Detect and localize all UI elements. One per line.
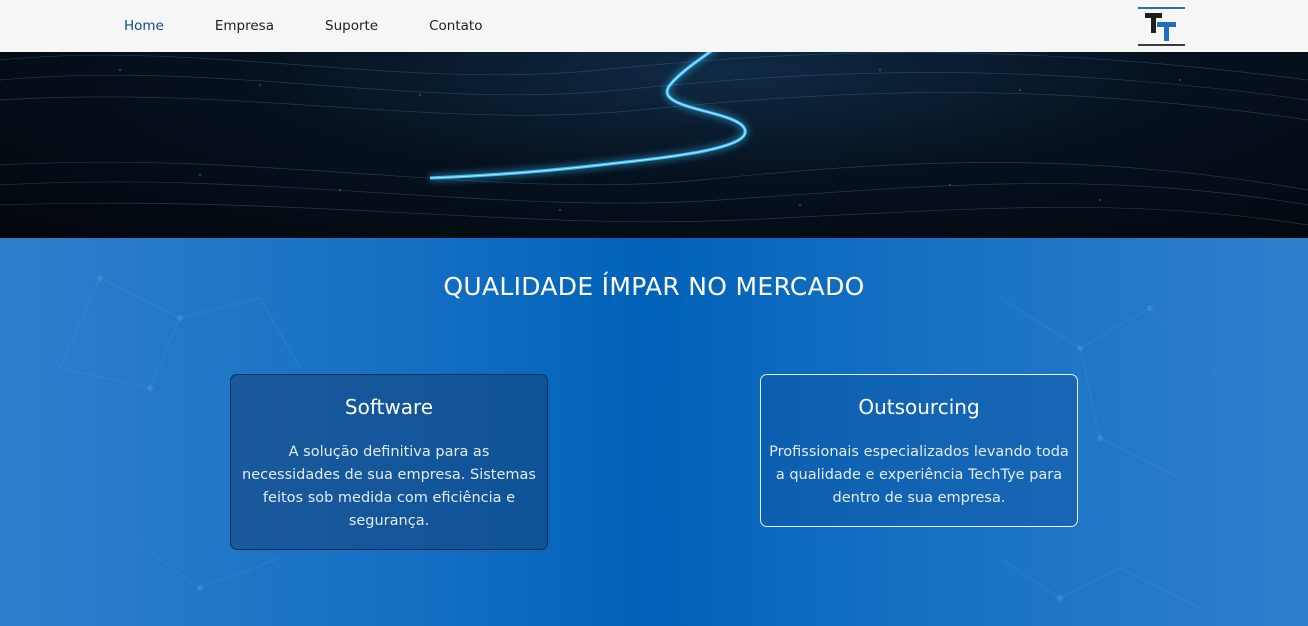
software-card-title: Software [344,395,434,419]
nav-link-home[interactable]: Home [124,18,164,34]
nav-link-contato[interactable]: Contato [429,18,482,34]
logo-icon [1138,7,1185,46]
outsourcing-card-title: Outsourcing [858,395,980,419]
software-card[interactable]: Software A solução definitiva para as ne… [230,374,548,550]
nav-link-suporte[interactable]: Suporte [325,18,378,34]
outsourcing-card[interactable]: Outsourcing Profissionais especializados… [760,374,1078,527]
nav-link-empresa[interactable]: Empresa [215,18,274,34]
top-navbar: Home Empresa Suporte Contato [0,0,1308,52]
outsourcing-card-text: Profissionais especializados levando tod… [769,444,1069,506]
section-headline: QUALIDADE ÍMPAR NO MERCADO [443,272,865,301]
software-card-text: A solução definitiva para as necessidade… [242,444,536,529]
quality-section: QUALIDADE ÍMPAR NO MERCADO Software A so… [0,238,1308,626]
techtye-logo[interactable] [1137,6,1186,47]
nav-links: Home Empresa Suporte Contato [124,18,533,34]
